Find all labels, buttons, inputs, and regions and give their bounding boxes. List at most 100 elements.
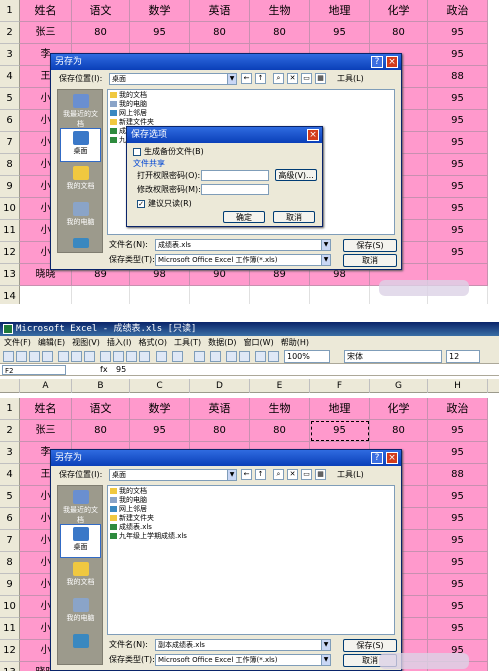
- table-cell[interactable]: 95: [130, 420, 190, 442]
- select-all-corner[interactable]: [0, 379, 20, 393]
- table-cell[interactable]: [20, 286, 72, 304]
- table-cell[interactable]: 95: [428, 442, 488, 464]
- menu-view[interactable]: 视图(V): [72, 338, 100, 347]
- table-cell[interactable]: 95: [428, 110, 488, 132]
- place-desktop[interactable]: 桌面: [60, 524, 101, 558]
- row-header[interactable]: 4: [0, 66, 20, 88]
- list-item[interactable]: 我的电脑: [110, 100, 147, 109]
- table-cell[interactable]: 95: [428, 420, 488, 442]
- save-in-select[interactable]: 桌面 ▼: [109, 469, 237, 481]
- row-header[interactable]: 13: [0, 264, 20, 286]
- print-icon[interactable]: [58, 351, 69, 362]
- readonly-checkbox[interactable]: ✓ 建议只读(R): [137, 198, 192, 210]
- table-cell[interactable]: 95: [428, 220, 488, 242]
- row-header[interactable]: 4: [0, 464, 20, 486]
- table-cell[interactable]: 95: [130, 22, 190, 44]
- save-button[interactable]: 保存(S): [343, 239, 397, 252]
- table-cell[interactable]: [190, 286, 250, 304]
- header-cell[interactable]: 政治: [428, 398, 488, 420]
- undo-icon[interactable]: [156, 351, 167, 362]
- row-header[interactable]: 12: [0, 640, 20, 662]
- table-cell[interactable]: 95: [428, 154, 488, 176]
- table-cell[interactable]: 80: [250, 22, 310, 44]
- drawing-icon[interactable]: [268, 351, 279, 362]
- column-header[interactable]: E: [250, 379, 310, 393]
- table-cell[interactable]: 95: [428, 618, 488, 640]
- table-cell[interactable]: 80: [190, 420, 250, 442]
- menu-window[interactable]: 窗口(W): [244, 338, 274, 347]
- cut-icon[interactable]: [100, 351, 111, 362]
- table-cell[interactable]: 95: [428, 132, 488, 154]
- table-cell[interactable]: 80: [72, 420, 130, 442]
- views-icon[interactable]: ▦: [315, 469, 326, 480]
- column-header[interactable]: G: [370, 379, 428, 393]
- filetype-select[interactable]: Microsoft Office Excel 工作簿(*.xls) ▼: [155, 254, 331, 266]
- copy-icon[interactable]: [113, 351, 124, 362]
- hyperlink-icon[interactable]: [194, 351, 205, 362]
- tools-menu[interactable]: 工具(L): [337, 469, 364, 481]
- header-cell[interactable]: 语文: [72, 398, 130, 420]
- table-cell[interactable]: 张三: [20, 420, 72, 442]
- row-header[interactable]: 12: [0, 242, 20, 264]
- header-cell[interactable]: 数学: [130, 0, 190, 22]
- row-header[interactable]: 14: [0, 286, 20, 304]
- menu-insert[interactable]: 插入(I): [107, 338, 132, 347]
- list-item[interactable]: 我的文档: [110, 91, 147, 100]
- place-network[interactable]: [60, 236, 101, 252]
- save-button[interactable]: 保存(S): [343, 639, 397, 652]
- ok-button[interactable]: 确定: [223, 211, 265, 223]
- new-icon[interactable]: [3, 351, 14, 362]
- table-cell[interactable]: 95: [428, 22, 488, 44]
- open-password-input[interactable]: [201, 170, 269, 181]
- menu-data[interactable]: 数据(D): [208, 338, 236, 347]
- table-cell[interactable]: 95: [428, 44, 488, 66]
- row-header[interactable]: 2: [0, 420, 20, 442]
- row-header[interactable]: 9: [0, 574, 20, 596]
- active-cell[interactable]: 95: [310, 420, 370, 442]
- close-icon[interactable]: ×: [307, 129, 319, 141]
- zoom-select[interactable]: 100%: [284, 350, 330, 363]
- table-cell[interactable]: 95: [428, 574, 488, 596]
- formula-input[interactable]: 95: [116, 364, 126, 376]
- row-header[interactable]: 1: [0, 0, 20, 22]
- close-icon[interactable]: ×: [386, 452, 398, 464]
- header-cell[interactable]: 数学: [130, 398, 190, 420]
- table-cell[interactable]: 95: [310, 22, 370, 44]
- paste-icon[interactable]: [126, 351, 137, 362]
- fx-icon[interactable]: fx: [100, 364, 108, 376]
- row-header[interactable]: 11: [0, 220, 20, 242]
- table-cell[interactable]: 95: [428, 530, 488, 552]
- table-cell[interactable]: 80: [72, 22, 130, 44]
- help-icon[interactable]: ?: [371, 56, 383, 68]
- list-item[interactable]: 新建文件夹: [110, 514, 154, 523]
- header-cell[interactable]: 英语: [190, 0, 250, 22]
- table-cell[interactable]: [130, 286, 190, 304]
- header-cell[interactable]: 英语: [190, 398, 250, 420]
- chart-wizard-icon[interactable]: [255, 351, 266, 362]
- advanced-button[interactable]: 高级(V)...: [275, 169, 317, 181]
- column-header[interactable]: H: [428, 379, 488, 393]
- list-item[interactable]: 九年级上学期成绩.xls: [110, 532, 187, 541]
- table-cell[interactable]: 张三: [20, 22, 72, 44]
- filename-input[interactable]: 副本成绩表.xls ▼: [155, 639, 331, 651]
- redo-icon[interactable]: [172, 351, 183, 362]
- permission-icon[interactable]: [42, 351, 53, 362]
- row-header[interactable]: 8: [0, 154, 20, 176]
- row-header[interactable]: 2: [0, 22, 20, 44]
- row-header[interactable]: 7: [0, 530, 20, 552]
- table-cell[interactable]: [310, 286, 370, 304]
- table-cell[interactable]: 80: [370, 420, 428, 442]
- save-icon[interactable]: [29, 351, 40, 362]
- name-box[interactable]: F2: [2, 365, 66, 375]
- modify-password-input[interactable]: [201, 184, 269, 195]
- header-cell[interactable]: 生物: [250, 398, 310, 420]
- list-item[interactable]: 成: [110, 127, 126, 136]
- sort-asc-icon[interactable]: [226, 351, 237, 362]
- back-icon[interactable]: ←: [241, 73, 252, 84]
- place-recent[interactable]: 我最近的文档: [60, 92, 101, 128]
- table-cell[interactable]: 95: [428, 242, 488, 264]
- search-icon[interactable]: ⌕: [273, 73, 284, 84]
- table-cell[interactable]: 80: [190, 22, 250, 44]
- back-icon[interactable]: ←: [241, 469, 252, 480]
- menu-format[interactable]: 格式(O): [138, 338, 167, 347]
